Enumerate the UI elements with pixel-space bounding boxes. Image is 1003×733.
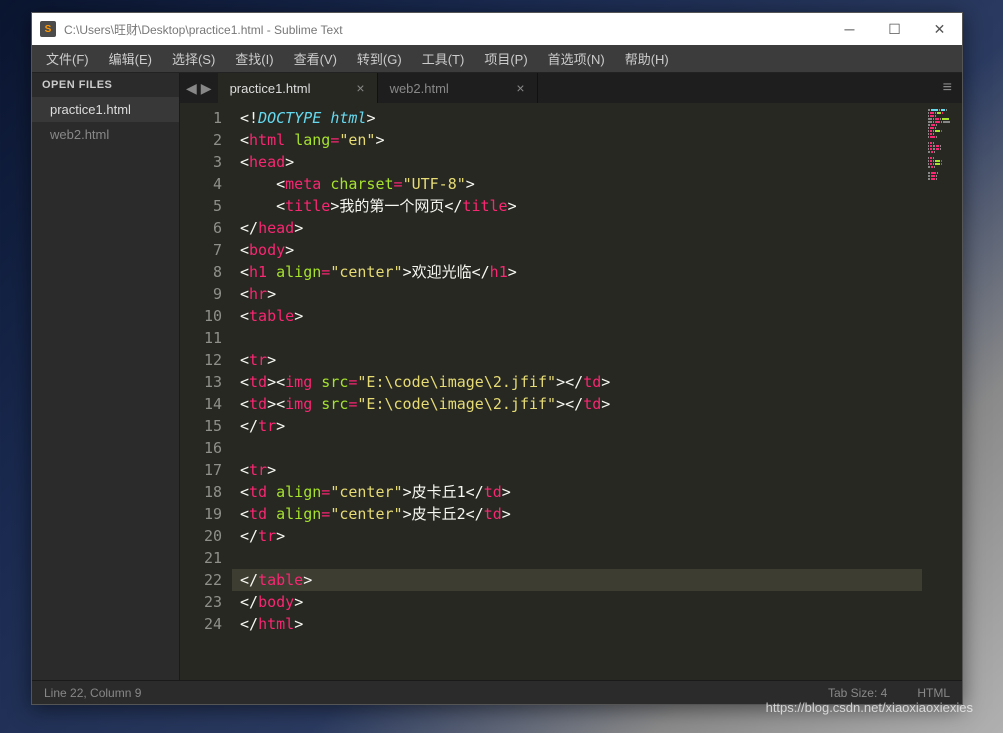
code-line[interactable] [232,327,922,349]
window-controls: ─ ☐ ✕ [827,13,962,45]
code-line[interactable]: <meta charset="UTF-8"> [232,173,922,195]
code-line[interactable]: </body> [232,591,922,613]
status-position[interactable]: Line 22, Column 9 [44,686,141,700]
code-line[interactable]: <hr> [232,283,922,305]
code-line[interactable]: <html lang="en"> [232,129,922,151]
menu-item[interactable]: 项目(P) [474,45,537,72]
code-line[interactable]: </head> [232,217,922,239]
minimize-button[interactable]: ─ [827,13,872,45]
code-line[interactable]: </table> [232,569,922,591]
menu-item[interactable]: 工具(T) [412,45,475,72]
status-syntax[interactable]: HTML [917,686,950,700]
tab-label: web2.html [390,81,449,96]
code-content[interactable]: <!DOCTYPE html><html lang="en"><head> <m… [232,103,922,680]
main-area: OPEN FILES practice1.htmlweb2.html ◀ ▶ p… [32,73,962,680]
tabbar: ◀ ▶ practice1.html × web2.html × ≡ [180,73,962,103]
sidebar-item[interactable]: practice1.html [32,97,179,122]
code-line[interactable]: <td><img src="E:\code\image\2.jfif"></td… [232,371,922,393]
status-tab-size[interactable]: Tab Size: 4 [828,686,887,700]
sublime-window: S C:\Users\旺财\Desktop\practice1.html - S… [31,12,963,705]
code-line[interactable]: <td align="center">皮卡丘2</td> [232,503,922,525]
code-line[interactable]: <tr> [232,459,922,481]
code-line[interactable]: </tr> [232,525,922,547]
tab[interactable]: web2.html × [378,73,538,103]
tab-nav-arrows: ◀ ▶ [180,73,218,103]
menu-item[interactable]: 查看(V) [284,45,347,72]
code-line[interactable]: <head> [232,151,922,173]
code-line[interactable] [232,547,922,569]
code-line[interactable]: <body> [232,239,922,261]
code-line[interactable]: <td align="center">皮卡丘1</td> [232,481,922,503]
tab-menu-icon[interactable]: ≡ [933,73,962,103]
menu-item[interactable]: 转到(G) [347,45,412,72]
code-line[interactable]: <title>我的第一个网页</title> [232,195,922,217]
code-line[interactable]: </tr> [232,415,922,437]
menu-item[interactable]: 选择(S) [162,45,225,72]
sidebar-header: OPEN FILES [32,73,179,97]
sidebar-item[interactable]: web2.html [32,122,179,147]
titlebar[interactable]: S C:\Users\旺财\Desktop\practice1.html - S… [32,13,962,45]
window-title: C:\Users\旺财\Desktop\practice1.html - Sub… [64,21,827,38]
menu-item[interactable]: 查找(I) [225,45,283,72]
sidebar: OPEN FILES practice1.htmlweb2.html [32,73,180,680]
editor-area: ◀ ▶ practice1.html × web2.html × ≡ 12345678… [180,73,962,680]
code-line[interactable]: <h1 align="center">欢迎光临</h1> [232,261,922,283]
code-line[interactable]: <table> [232,305,922,327]
tab-forward-icon[interactable]: ▶ [201,80,212,97]
code-line[interactable]: <td><img src="E:\code\image\2.jfif"></td… [232,393,922,415]
menu-item[interactable]: 首选项(N) [538,45,615,72]
code-line[interactable]: <tr> [232,349,922,371]
close-icon[interactable]: × [516,80,524,96]
code-line[interactable]: <!DOCTYPE html> [232,107,922,129]
app-icon: S [40,21,56,37]
code-line[interactable] [232,437,922,459]
tab-label: practice1.html [230,81,311,96]
tab-back-icon[interactable]: ◀ [186,80,197,97]
close-icon[interactable]: × [356,80,364,96]
gutter: 123456789101112131415161718192021222324 [180,103,232,680]
watermark: https://blog.csdn.net/xiaoxiaoxiexies [766,700,973,715]
code-area[interactable]: 123456789101112131415161718192021222324 … [180,103,962,680]
menu-item[interactable]: 文件(F) [36,45,99,72]
tab[interactable]: practice1.html × [218,73,378,103]
minimap[interactable] [922,103,962,680]
menubar: 文件(F)编辑(E)选择(S)查找(I)查看(V)转到(G)工具(T)项目(P)… [32,45,962,73]
menu-item[interactable]: 编辑(E) [99,45,162,72]
menu-item[interactable]: 帮助(H) [615,45,679,72]
code-line[interactable]: </html> [232,613,922,635]
close-button[interactable]: ✕ [917,13,962,45]
maximize-button[interactable]: ☐ [872,13,917,45]
